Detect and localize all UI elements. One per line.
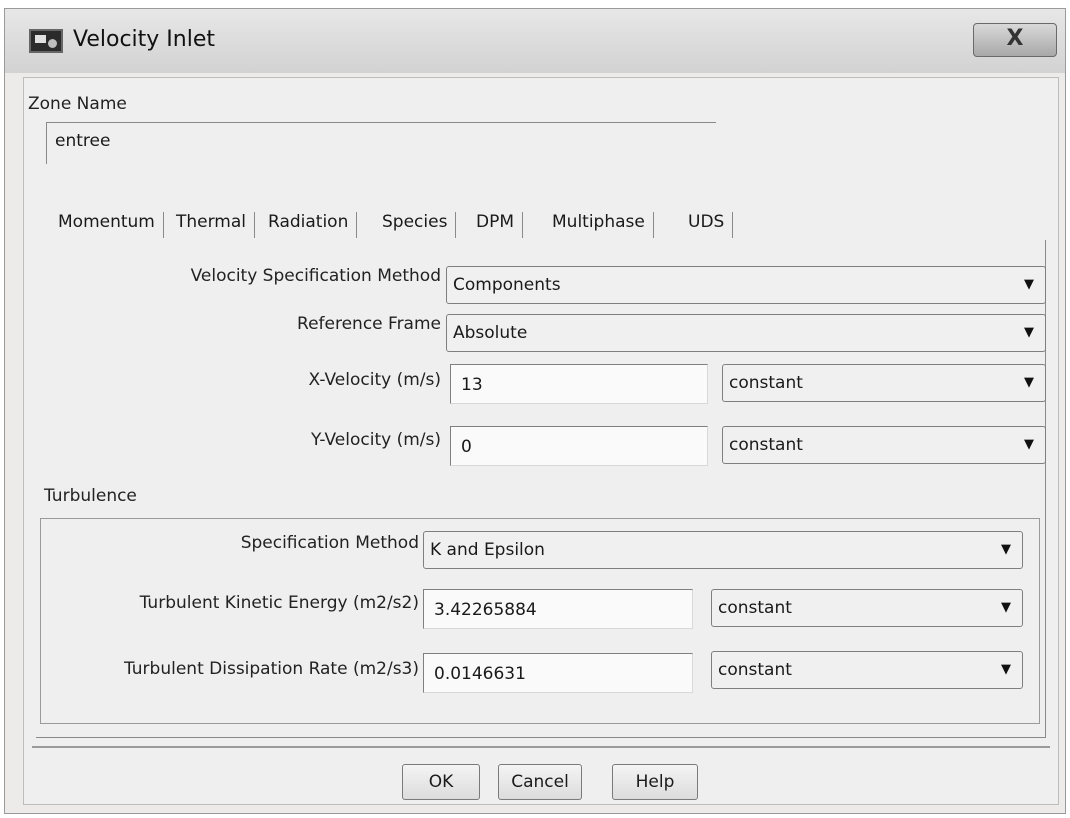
x-velocity-input[interactable]: 13 — [450, 364, 708, 404]
title-bar: Velocity Inlet X — [5, 9, 1065, 73]
tdr-label: Turbulent Dissipation Rate (m2/s3) — [123, 659, 419, 679]
chevron-down-icon: ▼ — [1001, 542, 1011, 557]
x-velocity-profile-select[interactable]: constant ▼ — [722, 364, 1046, 402]
app-window-icon — [29, 29, 63, 53]
cancel-button[interactable]: Cancel — [498, 764, 582, 800]
velocity-method-select[interactable]: Components ▼ — [446, 266, 1046, 304]
turbulence-method-select[interactable]: K and Epsilon ▼ — [423, 531, 1023, 569]
tke-profile-value: constant — [718, 598, 792, 618]
velocity-inlet-dialog: Velocity Inlet X Zone Name entree Moment… — [4, 8, 1066, 814]
tab-radiation[interactable]: Radiation — [268, 212, 358, 238]
tdr-profile-value: constant — [718, 660, 792, 680]
tab-momentum[interactable]: Momentum — [58, 212, 164, 238]
chevron-down-icon: ▼ — [1024, 325, 1034, 340]
zone-name-field[interactable]: entree — [46, 122, 716, 164]
tdr-input[interactable]: 0.0146631 — [423, 653, 693, 693]
chevron-down-icon: ▼ — [1024, 437, 1034, 452]
reference-frame-select[interactable]: Absolute ▼ — [446, 314, 1046, 352]
x-velocity-label: X-Velocity (m/s) — [308, 370, 441, 390]
tab-uds[interactable]: UDS — [688, 212, 734, 238]
footer-separator — [32, 746, 1050, 748]
ok-button[interactable]: OK — [402, 764, 480, 800]
dialog-content: Zone Name entree Momentum Thermal Radiat… — [23, 77, 1059, 805]
tab-multiphase[interactable]: Multiphase — [552, 212, 654, 238]
tdr-profile-select[interactable]: constant ▼ — [711, 651, 1023, 689]
turbulence-group: Specification Method K and Epsilon ▼ Tur… — [40, 518, 1040, 724]
help-button[interactable]: Help — [612, 764, 698, 800]
window-title: Velocity Inlet — [73, 27, 216, 52]
tke-input[interactable]: 3.42265884 — [423, 589, 693, 629]
y-velocity-label: Y-Velocity (m/s) — [310, 430, 441, 450]
tab-species[interactable]: Species — [382, 212, 457, 238]
chevron-down-icon: ▼ — [1001, 600, 1011, 615]
tab-dpm[interactable]: DPM — [476, 212, 524, 238]
tke-label: Turbulent Kinetic Energy (m2/s2) — [139, 593, 419, 613]
x-velocity-profile-value: constant — [729, 373, 803, 393]
turbulence-group-label: Turbulence — [44, 486, 137, 506]
tke-profile-select[interactable]: constant ▼ — [711, 589, 1023, 627]
y-velocity-profile-select[interactable]: constant ▼ — [722, 426, 1046, 464]
close-button[interactable]: X — [973, 23, 1057, 57]
y-velocity-input[interactable]: 0 — [450, 426, 708, 466]
tab-thermal[interactable]: Thermal — [176, 212, 256, 238]
chevron-down-icon: ▼ — [1001, 662, 1011, 677]
reference-frame-label: Reference Frame — [297, 314, 441, 334]
chevron-down-icon: ▼ — [1024, 375, 1034, 390]
chevron-down-icon: ▼ — [1024, 277, 1034, 292]
turbulence-method-label: Specification Method — [240, 533, 419, 553]
velocity-method-label: Velocity Specification Method — [190, 266, 441, 286]
y-velocity-profile-value: constant — [729, 435, 803, 455]
turbulence-method-value: K and Epsilon — [430, 540, 545, 560]
velocity-method-value: Components — [453, 275, 561, 295]
reference-frame-value: Absolute — [453, 323, 528, 343]
zone-name-label: Zone Name — [28, 94, 127, 114]
